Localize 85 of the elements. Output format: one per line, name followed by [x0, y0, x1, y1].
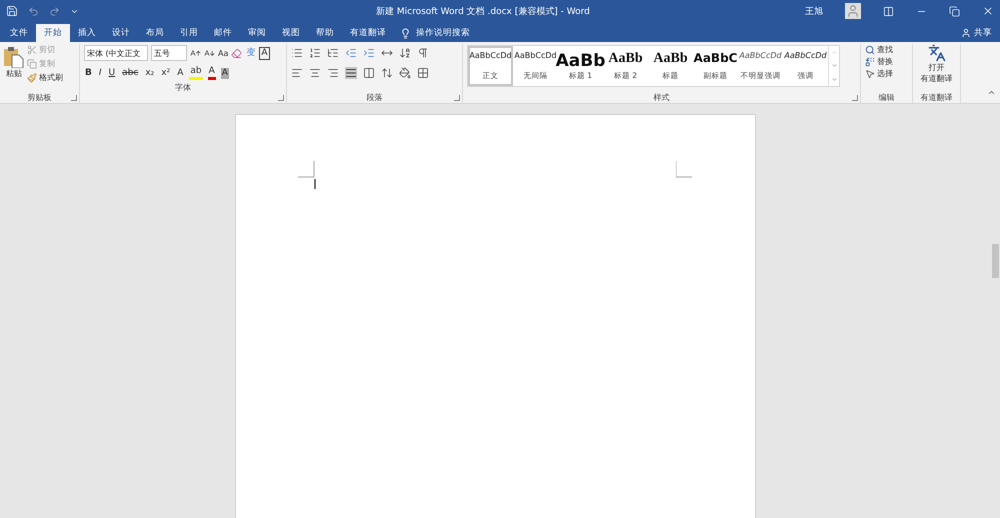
- user-name: 王旭: [805, 6, 823, 18]
- group-label: 有道翻译: [920, 92, 954, 103]
- borders-icon[interactable]: [417, 67, 429, 79]
- shading-icon[interactable]: [399, 67, 411, 79]
- replace-button[interactable]: 替换: [865, 56, 908, 67]
- ribbon-tab[interactable]: 开始: [36, 24, 70, 42]
- phonetic-guide-button[interactable]: 变: [245, 48, 256, 58]
- ribbon-tab[interactable]: 有道翻译: [342, 24, 394, 42]
- brush-icon: [27, 72, 37, 82]
- save-icon[interactable]: [6, 5, 18, 17]
- justify-icon[interactable]: [345, 67, 357, 79]
- person-icon: [961, 28, 971, 38]
- find-button[interactable]: 查找: [865, 44, 908, 55]
- launcher-icon[interactable]: [71, 95, 77, 101]
- decrease-indent-icon[interactable]: [345, 47, 357, 59]
- font-name-field[interactable]: 宋体 (中文正文: [84, 45, 148, 61]
- format-button[interactable]: U: [108, 68, 116, 78]
- color-button[interactable]: ab: [189, 66, 203, 80]
- select-button[interactable]: 选择: [865, 68, 908, 79]
- multilevel-list-icon[interactable]: [327, 47, 339, 59]
- font-size-field[interactable]: 五号: [151, 45, 187, 61]
- ribbon-tab[interactable]: 文件: [2, 24, 36, 42]
- format-painter-button[interactable]: 格式刷: [27, 72, 63, 83]
- color-button[interactable]: A: [208, 66, 216, 80]
- distribute-icon[interactable]: [363, 67, 375, 79]
- eraser-icon[interactable]: [231, 48, 242, 58]
- group-label: 样式: [652, 92, 670, 103]
- ribbon-tab[interactable]: 插入: [70, 24, 104, 42]
- line-spacing-icon[interactable]: [381, 67, 393, 79]
- format-button[interactable]: x₂: [144, 68, 156, 78]
- restore-icon[interactable]: [949, 6, 960, 16]
- ribbon-tab[interactable]: 视图: [274, 24, 308, 42]
- numbering-icon[interactable]: [309, 47, 321, 59]
- pointer-icon: [865, 68, 875, 78]
- ribbon-display-icon[interactable]: [883, 6, 894, 16]
- sort-icon[interactable]: [399, 47, 411, 59]
- open-youdao-button[interactable]: 打开 有道翻译: [920, 44, 952, 92]
- shrink-font-icon[interactable]: [204, 48, 215, 58]
- group-label: 编辑: [878, 92, 896, 103]
- search-icon: [865, 44, 875, 54]
- replace-icon: [865, 56, 875, 66]
- color-button[interactable]: A: [220, 68, 229, 78]
- group-label: 字体: [174, 82, 192, 93]
- ribbon-tab[interactable]: 邮件: [206, 24, 240, 42]
- group-label: 段落: [366, 92, 384, 103]
- scroll-down-icon[interactable]: [830, 62, 838, 70]
- ribbon-tab[interactable]: 设计: [104, 24, 138, 42]
- launcher-icon[interactable]: [852, 95, 858, 101]
- translate-icon: [928, 44, 946, 62]
- ribbon-tab[interactable]: 审阅: [240, 24, 274, 42]
- copy-icon: [27, 58, 37, 68]
- group-label: 剪贴板: [26, 92, 52, 103]
- close-icon[interactable]: [982, 5, 994, 17]
- show-marks-icon[interactable]: [417, 47, 429, 59]
- align-right-icon[interactable]: [327, 67, 339, 79]
- change-case-button[interactable]: Aa: [218, 48, 228, 58]
- margin-mark-icon: [676, 161, 692, 178]
- ribbon-tab[interactable]: 帮助: [308, 24, 342, 42]
- align-center-icon[interactable]: [309, 67, 321, 79]
- character-border-button[interactable]: A: [259, 46, 270, 60]
- lightbulb-icon: [400, 28, 411, 38]
- format-button[interactable]: abc: [121, 68, 140, 78]
- paste-button[interactable]: 粘贴: [4, 44, 24, 92]
- tell-me-search[interactable]: 操作说明搜索: [400, 24, 470, 42]
- share-button[interactable]: 共享: [961, 24, 998, 42]
- margin-mark-icon: [298, 161, 314, 178]
- launcher-icon[interactable]: [278, 95, 284, 101]
- launcher-icon[interactable]: [454, 95, 460, 101]
- ribbon-tab[interactable]: 布局: [138, 24, 172, 42]
- text-cursor-icon: [314, 179, 318, 189]
- window-title: 新建 Microsoft Word 文档 .docx [兼容模式] - Word: [376, 6, 591, 18]
- ribbon-tab[interactable]: 引用: [172, 24, 206, 42]
- scissors-icon: [27, 44, 37, 54]
- redo-icon[interactable]: [49, 6, 60, 16]
- format-button[interactable]: x²: [160, 68, 172, 78]
- collapse-ribbon-icon[interactable]: [987, 88, 996, 97]
- grow-font-icon[interactable]: [190, 48, 201, 58]
- undo-icon[interactable]: [28, 6, 39, 16]
- clipboard-icon: [4, 46, 24, 68]
- more-icon[interactable]: [830, 76, 838, 83]
- format-button[interactable]: B: [84, 68, 93, 78]
- color-button[interactable]: A: [176, 68, 184, 78]
- format-button[interactable]: I: [98, 68, 103, 78]
- align-left-icon[interactable]: [291, 67, 303, 79]
- increase-indent-icon[interactable]: [363, 47, 375, 59]
